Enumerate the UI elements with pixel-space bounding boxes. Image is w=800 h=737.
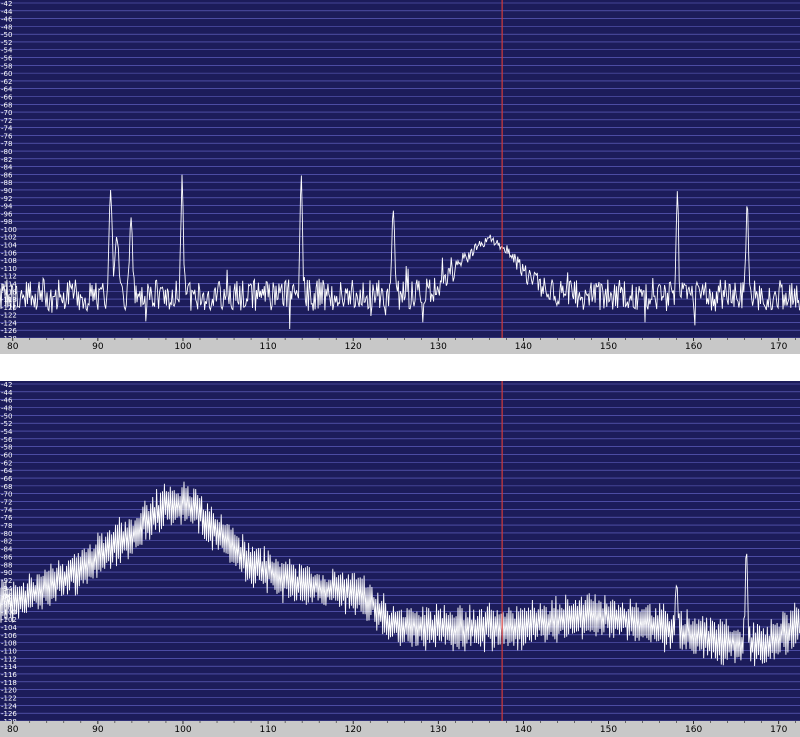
x-tick-label: 150 bbox=[600, 725, 617, 735]
y-tick-label: -104 bbox=[1, 242, 17, 250]
y-tick-label: -92 bbox=[1, 577, 12, 585]
x-tick-label: 80 bbox=[7, 725, 19, 735]
x-tick-label: 100 bbox=[174, 725, 191, 735]
y-tick-label: -60 bbox=[1, 70, 12, 78]
y-tick-label: -102 bbox=[1, 616, 17, 624]
y-tick-label: -124 bbox=[1, 319, 17, 327]
y-tick-label: -42 bbox=[1, 381, 12, 389]
y-tick-label: -68 bbox=[1, 483, 12, 491]
y-tick-label: -124 bbox=[1, 702, 17, 710]
x-tick-label: 160 bbox=[685, 342, 702, 352]
x-tick-label: 110 bbox=[259, 725, 276, 735]
y-tick-label: -116 bbox=[1, 671, 17, 679]
spectrum-plot-bottom: -42-44-46-48-50-52-54-56-58-60-62-64-66-… bbox=[0, 381, 800, 737]
y-tick-label: -80 bbox=[1, 530, 12, 538]
y-tick-label: -118 bbox=[1, 679, 17, 687]
y-tick-label: -66 bbox=[1, 475, 13, 483]
y-tick-label: -114 bbox=[1, 663, 17, 671]
x-tick-label: 80 bbox=[7, 342, 19, 352]
x-tick-label: 140 bbox=[515, 725, 532, 735]
x-tick-label: 150 bbox=[600, 342, 617, 352]
x-tick-label: 120 bbox=[345, 342, 362, 352]
y-tick-label: -90 bbox=[1, 569, 12, 577]
y-tick-label: -56 bbox=[1, 436, 13, 444]
y-tick-label: -50 bbox=[1, 412, 12, 420]
y-tick-label: -108 bbox=[1, 640, 17, 648]
x-tick-label: 90 bbox=[92, 342, 104, 352]
y-tick-label: -70 bbox=[1, 109, 12, 117]
y-tick-label: -44 bbox=[1, 389, 13, 397]
x-tick-label: 140 bbox=[515, 342, 532, 352]
y-tick-label: -54 bbox=[1, 47, 13, 55]
y-tick-label: -50 bbox=[1, 31, 12, 39]
y-tick-label: -64 bbox=[1, 467, 13, 475]
spectrum-plot-top: -42-44-46-48-50-52-54-56-58-60-62-64-66-… bbox=[0, 0, 800, 354]
y-tick-label: -76 bbox=[1, 514, 13, 522]
y-tick-label: -112 bbox=[1, 655, 17, 663]
x-tick-label: 170 bbox=[770, 725, 787, 735]
x-tick-label: 100 bbox=[174, 342, 191, 352]
y-tick-label: -80 bbox=[1, 148, 12, 156]
y-tick-label: -100 bbox=[1, 226, 17, 234]
y-tick-label: -74 bbox=[1, 125, 13, 133]
x-tick-label: 110 bbox=[259, 342, 276, 352]
y-tick-label: -74 bbox=[1, 506, 13, 514]
y-tick-label: -122 bbox=[1, 694, 17, 702]
y-tick-label: -64 bbox=[1, 86, 13, 94]
y-tick-label: -86 bbox=[1, 553, 13, 561]
y-tick-label: -126 bbox=[1, 327, 17, 335]
y-tick-label: -88 bbox=[1, 561, 12, 569]
x-tick-label: 90 bbox=[92, 725, 104, 735]
y-tick-label: -126 bbox=[1, 710, 17, 718]
x-tick-label: 120 bbox=[345, 725, 362, 735]
y-tick-label: -104 bbox=[1, 624, 17, 632]
y-tick-label: -110 bbox=[1, 647, 17, 655]
x-tick-label: 130 bbox=[430, 342, 447, 352]
y-tick-label: -48 bbox=[1, 405, 12, 413]
y-tick-label: -70 bbox=[1, 491, 12, 499]
y-tick-label: -46 bbox=[1, 397, 13, 405]
y-tick-label: -44 bbox=[1, 8, 13, 16]
y-tick-label: -60 bbox=[1, 452, 12, 460]
y-tick-label: -110 bbox=[1, 265, 17, 273]
y-tick-label: -58 bbox=[1, 444, 12, 452]
x-axis-bar bbox=[0, 721, 800, 737]
y-tick-label: -90 bbox=[1, 187, 12, 195]
x-tick-label: 130 bbox=[430, 725, 447, 735]
y-tick-label: -94 bbox=[1, 203, 13, 211]
spectrum-panel-bottom: -42 -44 -46 -48 -50 -52 -54 -56 -58 -60 -62 -64 -66-… bbox=[0, 381, 800, 737]
y-tick-label: -52 bbox=[1, 420, 12, 428]
spectrum-panel-top: -42 -44 -46 -48 -50 -52 -54 -56 -58 -60 -62 -64 -66-… bbox=[0, 0, 800, 354]
y-tick-label: -84 bbox=[1, 164, 13, 172]
y-tick-label: -106 bbox=[1, 632, 17, 640]
y-tick-label: -120 bbox=[1, 687, 17, 695]
y-tick-label: -54 bbox=[1, 428, 13, 436]
y-tick-label: -72 bbox=[1, 499, 12, 507]
y-tick-label: -82 bbox=[1, 538, 12, 546]
y-tick-label: -84 bbox=[1, 546, 13, 554]
x-tick-label: 160 bbox=[685, 725, 702, 735]
x-tick-label: 170 bbox=[770, 342, 787, 352]
x-axis-bar bbox=[0, 338, 800, 354]
y-tick-label: -78 bbox=[1, 522, 12, 530]
y-tick-label: -62 bbox=[1, 459, 12, 467]
